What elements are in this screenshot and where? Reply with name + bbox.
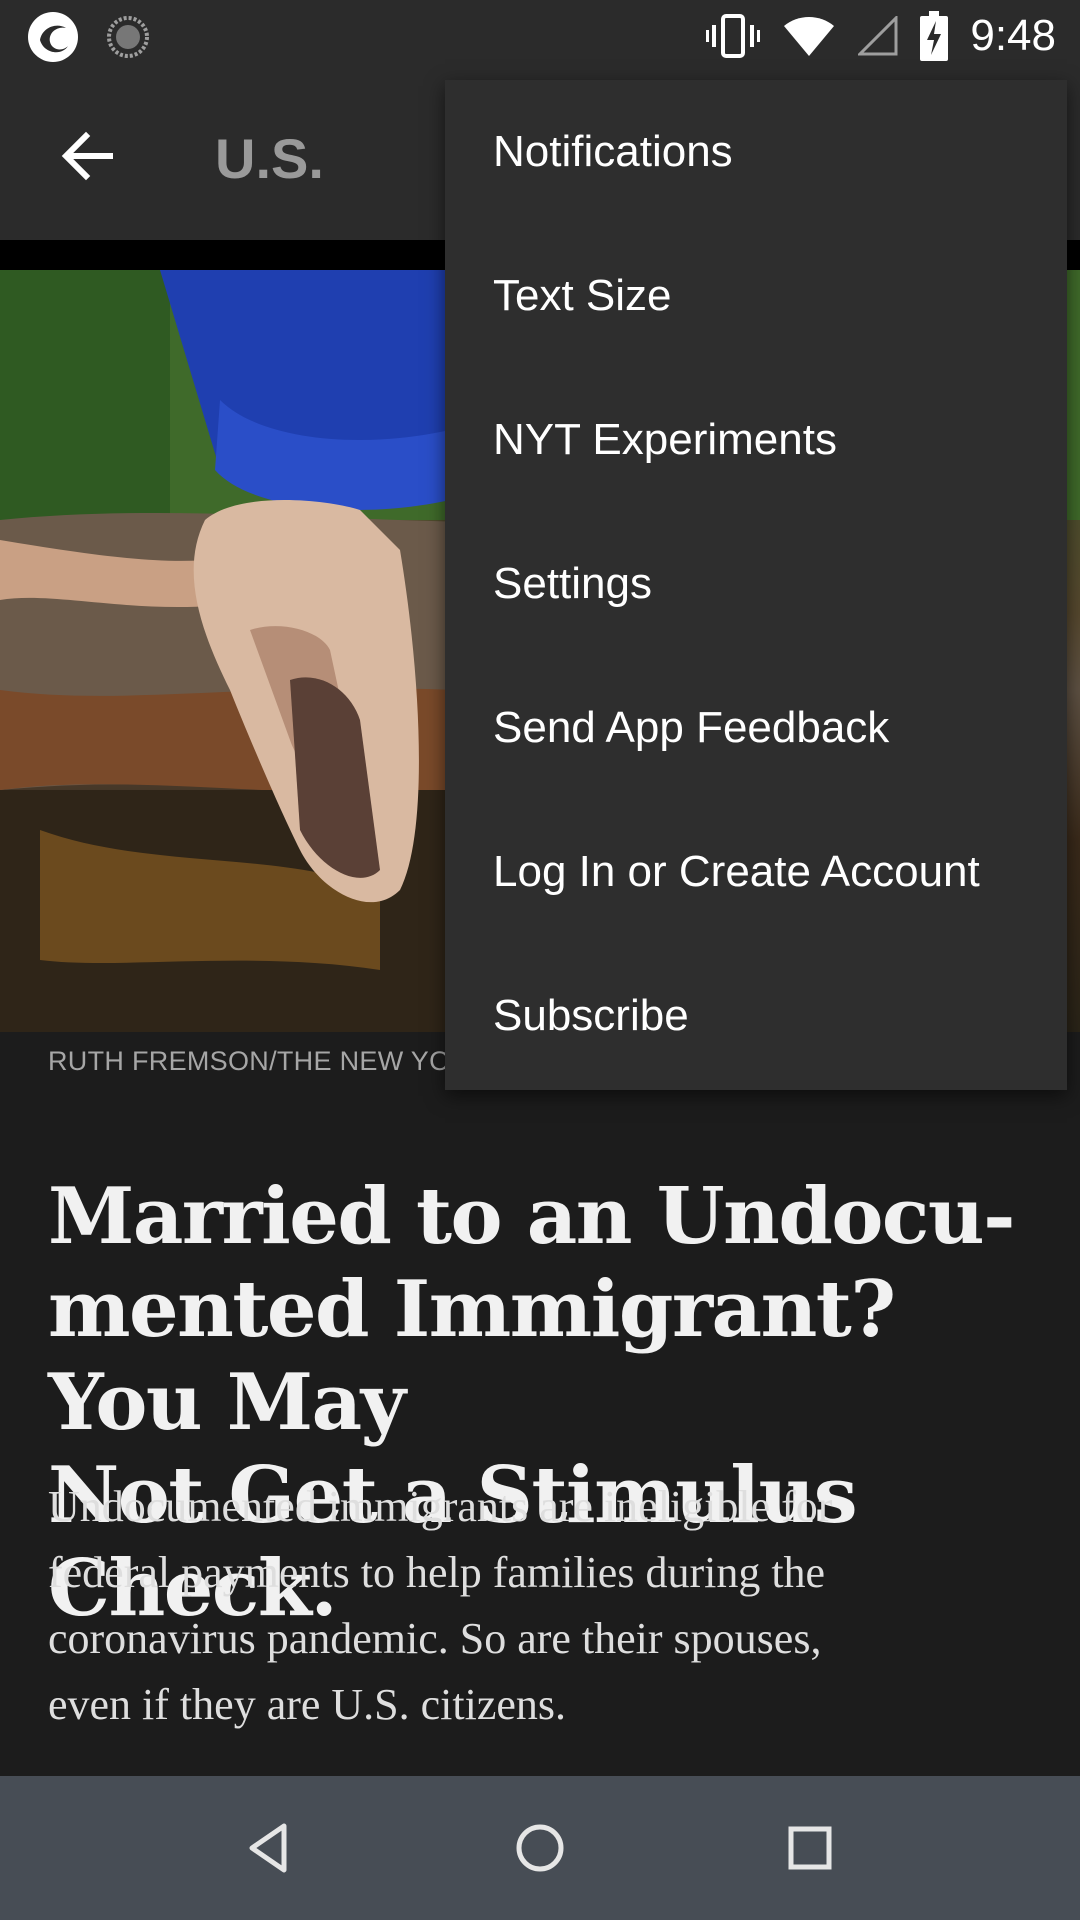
menu-item-settings[interactable]: Settings <box>445 512 1067 656</box>
home-circle-icon[interactable] <box>508 1816 572 1880</box>
summary-line: federal payments to help families during… <box>48 1548 826 1597</box>
article-summary: Undocumented immigrants are ineligible f… <box>48 1474 1048 1738</box>
menu-item-text-size[interactable]: Text Size <box>445 224 1067 368</box>
summary-line: even if they are U.S. citizens. <box>48 1680 567 1729</box>
wifi-icon <box>784 17 835 56</box>
clock: 9:48 <box>970 11 1056 60</box>
status-bar: 9:48 <box>0 0 1080 72</box>
summary-line: Undocumented immigrants are ineligible f… <box>48 1482 833 1531</box>
battery-charging-icon <box>920 11 949 61</box>
menu-item-send-app-feedback[interactable]: Send App Feedback <box>445 656 1067 800</box>
menu-item-log-in[interactable]: Log In or Create Account <box>445 800 1067 944</box>
app-logo-icon <box>28 12 78 62</box>
menu-item-notifications[interactable]: Notifications <box>445 80 1067 224</box>
recents-square-icon[interactable] <box>778 1816 842 1880</box>
section-title: U.S. <box>215 127 324 190</box>
cell-signal-icon <box>858 16 898 56</box>
headline-line: mented Immigrant? You May <box>48 1264 896 1448</box>
overflow-menu: Notifications Text Size NYT Experiments … <box>445 80 1067 1090</box>
system-nav-bar <box>0 1776 1080 1920</box>
photo-credit: RUTH FREMSON/THE NEW YO <box>48 1046 451 1076</box>
sync-icon <box>107 16 149 58</box>
headline-line: Married to an Undocu- <box>48 1171 1016 1262</box>
menu-item-subscribe[interactable]: Subscribe <box>445 944 1067 1088</box>
back-triangle-icon[interactable] <box>238 1816 302 1880</box>
arrow-left-icon[interactable] <box>52 120 124 192</box>
summary-line: coronavirus pandemic. So are their spous… <box>48 1614 822 1663</box>
vibrate-icon <box>706 14 761 58</box>
menu-item-nyt-experiments[interactable]: NYT Experiments <box>445 368 1067 512</box>
